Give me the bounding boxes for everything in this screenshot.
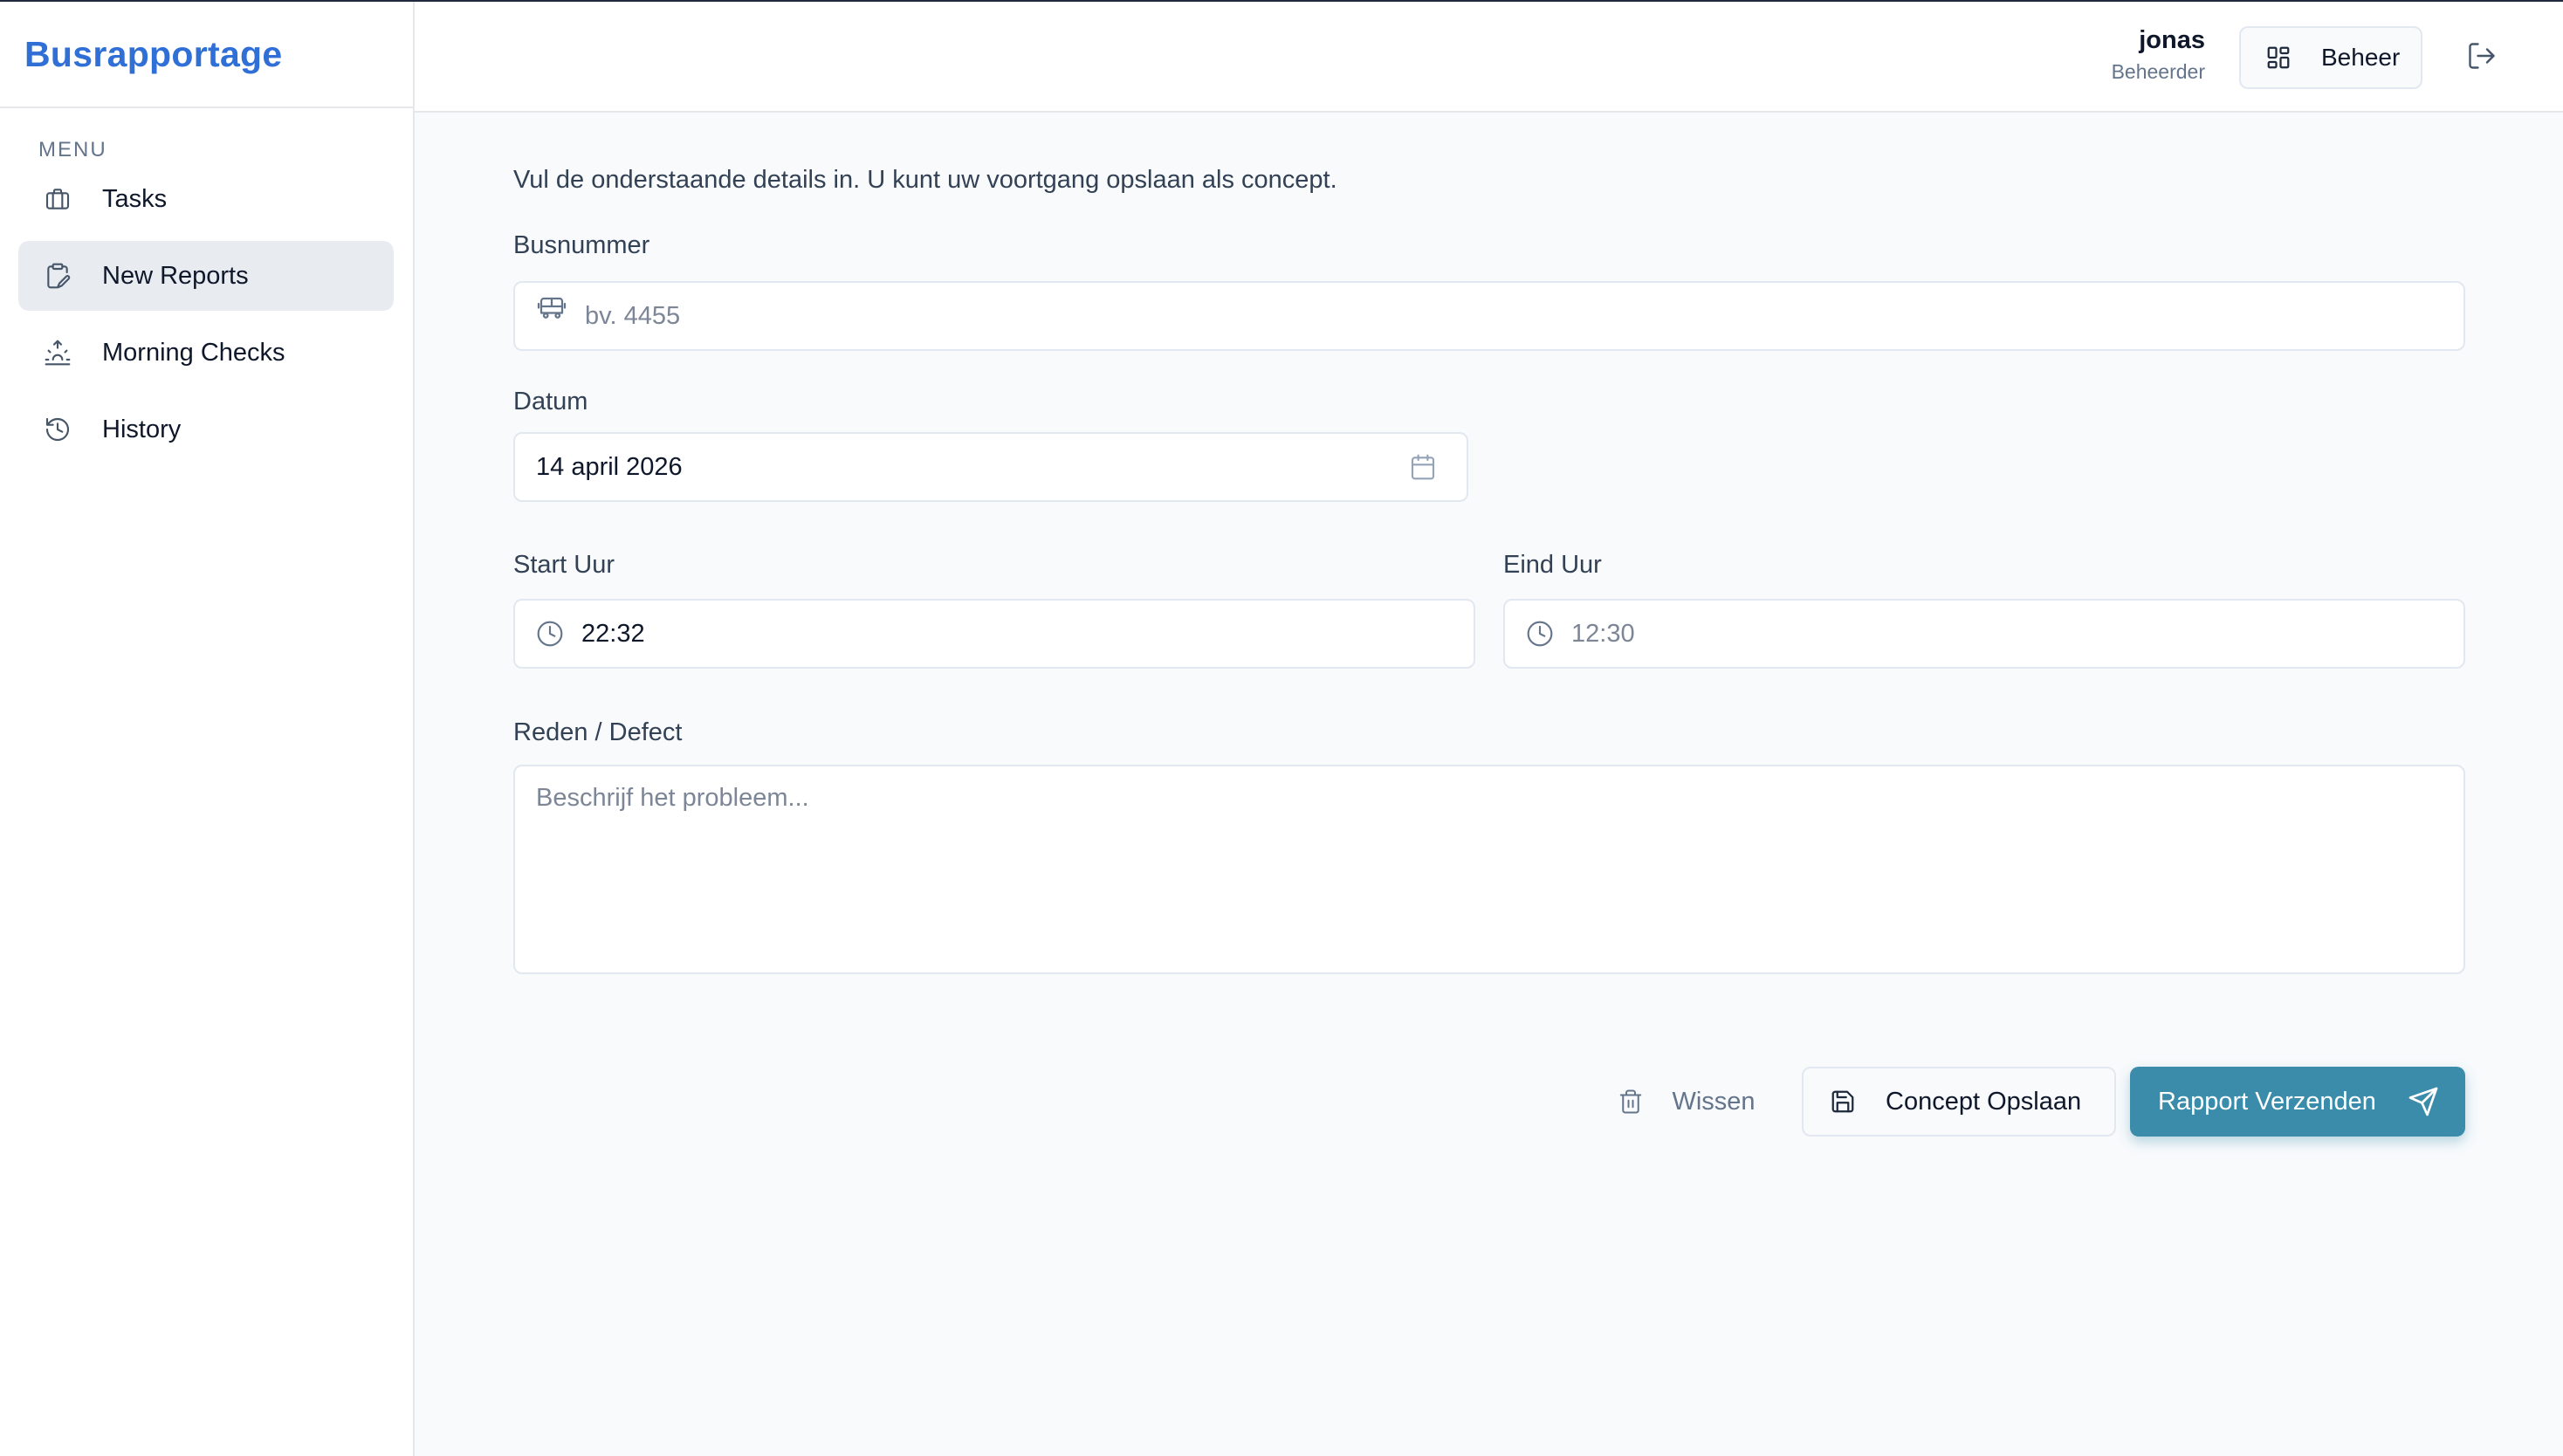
user-role: Beheerder: [2111, 60, 2205, 83]
reden-textarea[interactable]: [513, 765, 2465, 974]
form-intro: Vul de onderstaande details in. U kunt u…: [513, 166, 1337, 194]
top-header: jonas Beheerder Beheer: [415, 2, 2563, 113]
busnummer-group: Busnummer: [513, 231, 2465, 351]
eind-uur-field: [1503, 599, 2465, 669]
time-row: Start Uur Eind Uur: [513, 551, 2465, 673]
sidebar-item-history[interactable]: History: [18, 395, 394, 464]
reden-group: Reden / Defect: [513, 718, 2465, 979]
report-form: Vul de onderstaande details in. U kunt u…: [513, 166, 2465, 979]
start-uur-input[interactable]: [515, 601, 1474, 667]
admin-button-label: Beheer: [2321, 44, 2401, 71]
busnummer-label: Busnummer: [513, 231, 650, 259]
save-icon: [1830, 1088, 1858, 1116]
save-draft-label: Concept Opslaan: [1886, 1087, 2082, 1116]
user-info: jonas Beheerder: [2112, 26, 2205, 84]
datum-group: Datum: [513, 388, 2465, 502]
eind-uur-label: Eind Uur: [1503, 551, 1602, 579]
datum-label: Datum: [513, 388, 588, 416]
trash-icon: [1618, 1088, 1646, 1116]
history-icon: [43, 415, 72, 444]
sidebar-item-label: Tasks: [102, 184, 168, 213]
clock-icon: [536, 618, 567, 649]
admin-button[interactable]: Beheer: [2239, 26, 2422, 89]
brand: Busrapportage: [0, 2, 413, 108]
sidebar-item-morning-checks[interactable]: Morning Checks: [18, 318, 394, 388]
clear-button[interactable]: Wissen: [1599, 1067, 1774, 1137]
sidebar-item-tasks[interactable]: Tasks: [18, 164, 394, 234]
clipboard-edit-icon: [43, 261, 72, 291]
start-uur-label: Start Uur: [513, 551, 615, 579]
eind-uur-group: Eind Uur: [1503, 551, 2465, 669]
sidebar-nav: Tasks New Reports Morning Checks History: [0, 164, 413, 464]
save-draft-button[interactable]: Concept Opslaan: [1802, 1067, 2116, 1137]
sidebar: Busrapportage MENU Tasks New Reports Mor…: [0, 2, 415, 1456]
datum-field[interactable]: [513, 432, 1468, 502]
app-title[interactable]: Busrapportage: [24, 34, 283, 75]
start-uur-group: Start Uur: [513, 551, 1475, 669]
datum-input[interactable]: [515, 434, 1467, 500]
sidebar-item-label: Morning Checks: [102, 338, 285, 367]
sidebar-item-label: History: [102, 415, 182, 443]
logout-icon[interactable]: [2466, 40, 2501, 75]
reden-label: Reden / Defect: [513, 718, 683, 746]
calendar-icon[interactable]: [1409, 451, 1440, 483]
clear-button-label: Wissen: [1672, 1087, 1756, 1116]
user-name: jonas: [2139, 26, 2205, 54]
start-uur-field: [513, 599, 1475, 669]
sunrise-icon: [43, 338, 72, 367]
send-icon: [2408, 1086, 2439, 1117]
busnummer-input[interactable]: [515, 283, 2463, 349]
clock-icon: [1526, 618, 1557, 649]
sidebar-item-new-reports[interactable]: New Reports: [18, 241, 394, 311]
sidebar-item-label: New Reports: [102, 261, 249, 290]
bus-icon: [536, 293, 567, 325]
submit-report-label: Rapport Verzenden: [2158, 1087, 2376, 1116]
briefcase-icon: [43, 184, 72, 214]
menu-label: MENU: [38, 138, 107, 161]
eind-uur-input[interactable]: [1505, 601, 2463, 667]
dashboard-grid-icon: [2265, 44, 2293, 72]
busnummer-field: [513, 281, 2465, 351]
submit-report-button[interactable]: Rapport Verzenden: [2130, 1067, 2465, 1137]
